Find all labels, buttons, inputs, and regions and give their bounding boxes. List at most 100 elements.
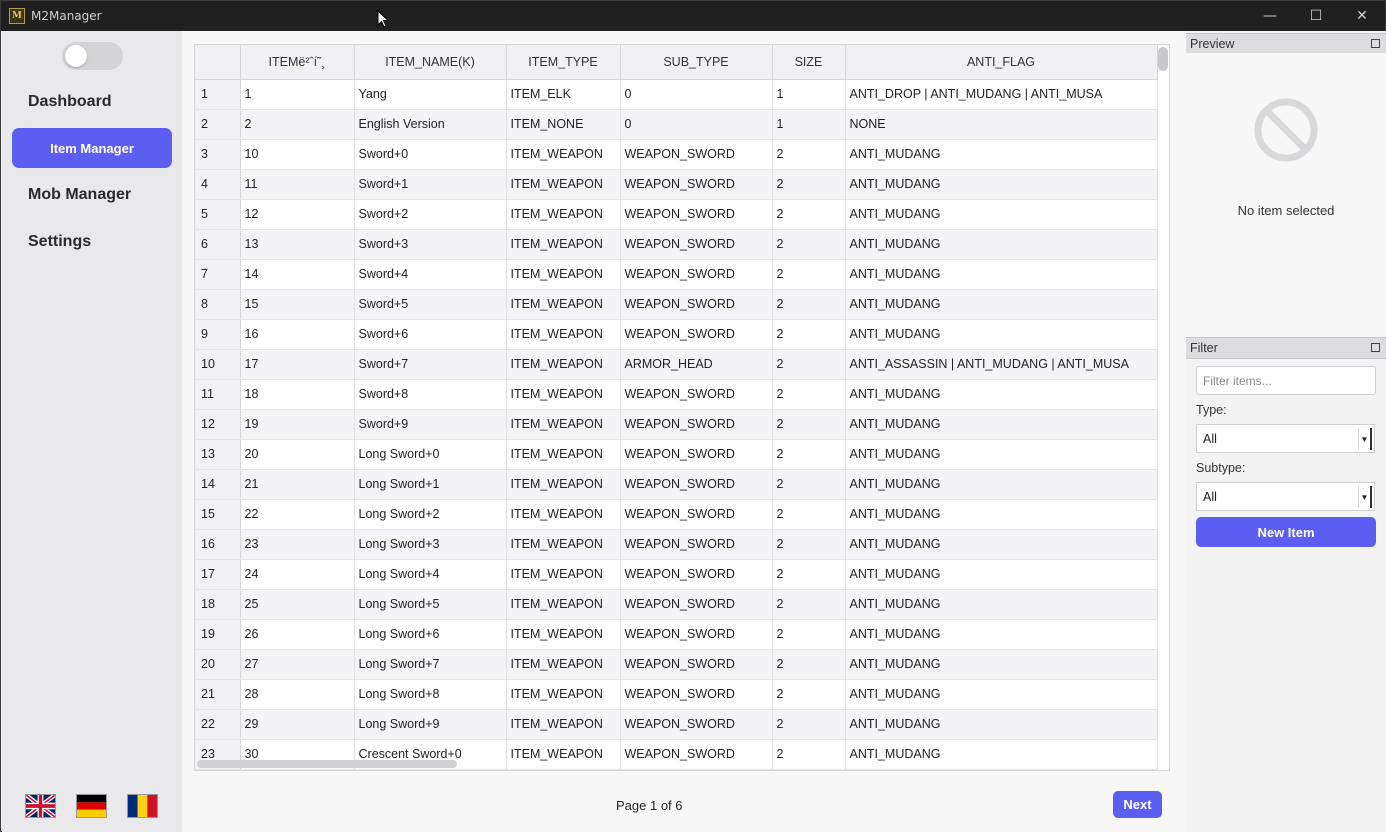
row-number-cell[interactable]: 22 [195, 709, 241, 740]
table-cell[interactable]: ITEM_ELK [506, 79, 621, 110]
table-cell[interactable]: 13 [240, 229, 355, 260]
table-row[interactable]: 13 20 Long Sword+0 ITEM_WEAPON WEAPON_SWORD 2… [195, 439, 1158, 470]
row-number-cell[interactable]: 10 [195, 349, 241, 380]
table-cell[interactable]: WEAPON_SWORD [620, 409, 773, 440]
table-cell[interactable]: ANTI_MUDANG [845, 529, 1158, 560]
table-cell[interactable]: ITEM_WEAPON [506, 169, 621, 200]
filter-search-input[interactable] [1196, 366, 1376, 395]
table-row[interactable]: 21 28 Long Sword+8 ITEM_WEAPON WEAPON_SWORD 2… [195, 679, 1158, 710]
column-header-item-id[interactable]: ITEMë²ˆí˜¸ [240, 45, 355, 80]
table-row[interactable]: 14 21 Long Sword+1 ITEM_WEAPON WEAPON_SWORD 2… [195, 469, 1158, 500]
table-cell[interactable]: 12 [240, 199, 355, 230]
row-number-cell[interactable]: 13 [195, 439, 241, 470]
table-row[interactable]: 10 17 Sword+7 ITEM_WEAPON ARMOR_HEAD 2 ANTI_AS… [195, 349, 1158, 380]
table-cell[interactable]: ANTI_MUDANG [845, 679, 1158, 710]
table-cell[interactable]: ANTI_DROP | ANTI_MUDANG | ANTI_MUSA [845, 79, 1158, 110]
table-cell[interactable]: WEAPON_SWORD [620, 589, 773, 620]
table-cell[interactable]: Long Sword+9 [354, 709, 507, 740]
table-cell[interactable]: 1 [772, 109, 846, 140]
table-cell[interactable]: 2 [772, 559, 846, 590]
row-number-cell[interactable]: 12 [195, 409, 241, 440]
table-cell[interactable]: 2 [772, 199, 846, 230]
table-cell[interactable]: ITEM_WEAPON [506, 259, 621, 290]
table-cell[interactable]: ANTI_MUDANG [845, 439, 1158, 470]
maximize-button[interactable]: ☐ [1293, 1, 1339, 31]
row-number-cell[interactable]: 11 [195, 379, 241, 410]
table-cell[interactable]: ANTI_MUDANG [845, 559, 1158, 590]
table-cell[interactable]: ITEM_NONE [506, 109, 621, 140]
table-cell[interactable]: 29 [240, 709, 355, 740]
undock-icon[interactable] [1371, 343, 1380, 352]
type-select[interactable]: All ▼ [1196, 424, 1375, 453]
table-cell[interactable]: Sword+2 [354, 199, 507, 230]
table-row[interactable]: 5 12 Sword+2 ITEM_WEAPON WEAPON_SWORD 2 ANTI_M… [195, 199, 1158, 230]
nav-item-manager[interactable]: Item Manager [12, 128, 172, 168]
table-cell[interactable]: 2 [772, 259, 846, 290]
table-cell[interactable]: 26 [240, 619, 355, 650]
table-cell[interactable]: WEAPON_SWORD [620, 259, 773, 290]
table-cell[interactable]: 0 [620, 109, 773, 140]
table-cell[interactable]: ANTI_MUDANG [845, 139, 1158, 170]
table-cell[interactable]: 14 [240, 259, 355, 290]
table-cell[interactable]: 2 [772, 499, 846, 530]
vertical-scrollbar[interactable] [1158, 47, 1168, 71]
table-cell[interactable]: ITEM_WEAPON [506, 439, 621, 470]
table-cell[interactable]: ANTI_MUDANG [845, 619, 1158, 650]
table-cell[interactable]: ITEM_WEAPON [506, 529, 621, 560]
table-cell[interactable]: 2 [240, 109, 355, 140]
table-row[interactable]: 12 19 Sword+9 ITEM_WEAPON WEAPON_SWORD 2 ANTI_… [195, 409, 1158, 440]
row-number-cell[interactable]: 4 [195, 169, 241, 200]
table-cell[interactable]: WEAPON_SWORD [620, 529, 773, 560]
table-cell[interactable]: ANTI_MUDANG [845, 259, 1158, 290]
table-cell[interactable]: 2 [772, 319, 846, 350]
table-row[interactable]: 2 2 English Version ITEM_NONE 0 1 NONE [195, 109, 1158, 140]
table-cell[interactable]: Long Sword+8 [354, 679, 507, 710]
table-cell[interactable]: 21 [240, 469, 355, 500]
table-cell[interactable]: Sword+6 [354, 319, 507, 350]
table-cell[interactable]: ITEM_WEAPON [506, 709, 621, 740]
table-cell[interactable]: ITEM_WEAPON [506, 379, 621, 410]
table-cell[interactable]: ANTI_MUDANG [845, 499, 1158, 530]
table-cell[interactable]: 1 [240, 79, 355, 110]
table-cell[interactable]: 2 [772, 709, 846, 740]
table-cell[interactable]: 10 [240, 139, 355, 170]
table-row[interactable]: 3 10 Sword+0 ITEM_WEAPON WEAPON_SWORD 2 ANTI_M… [195, 139, 1158, 170]
table-cell[interactable]: Long Sword+3 [354, 529, 507, 560]
table-cell[interactable]: WEAPON_SWORD [620, 619, 773, 650]
table-cell[interactable]: Yang [354, 79, 507, 110]
table-cell[interactable]: WEAPON_SWORD [620, 289, 773, 320]
row-number-cell[interactable]: 8 [195, 289, 241, 320]
table-row[interactable]: 18 25 Long Sword+5 ITEM_WEAPON WEAPON_SWORD 2… [195, 589, 1158, 620]
new-item-button[interactable]: New Item [1196, 517, 1376, 547]
preview-panel-header[interactable]: Preview [1186, 33, 1386, 55]
table-cell[interactable]: Sword+4 [354, 259, 507, 290]
table-row[interactable]: 22 29 Long Sword+9 ITEM_WEAPON WEAPON_SWORD 2… [195, 709, 1158, 740]
table-cell[interactable]: Sword+8 [354, 379, 507, 410]
table-cell[interactable]: 11 [240, 169, 355, 200]
table-cell[interactable]: 27 [240, 649, 355, 680]
germany-flag-icon[interactable] [76, 794, 107, 818]
table-cell[interactable]: Sword+9 [354, 409, 507, 440]
table-cell[interactable]: WEAPON_SWORD [620, 709, 773, 740]
table-cell[interactable]: 2 [772, 619, 846, 650]
table-cell[interactable]: ITEM_WEAPON [506, 679, 621, 710]
horizontal-scrollbar[interactable] [197, 760, 457, 768]
column-header[interactable] [195, 45, 241, 80]
table-row[interactable]: 15 22 Long Sword+2 ITEM_WEAPON WEAPON_SWORD 2… [195, 499, 1158, 530]
table-cell[interactable]: ITEM_WEAPON [506, 319, 621, 350]
table-cell[interactable]: 0 [620, 79, 773, 110]
table-cell[interactable]: WEAPON_SWORD [620, 559, 773, 590]
table-cell[interactable]: WEAPON_SWORD [620, 649, 773, 680]
table-cell[interactable]: Sword+5 [354, 289, 507, 320]
column-header-anti-flag[interactable]: ANTI_FLAG [845, 45, 1158, 80]
table-cell[interactable]: 2 [772, 349, 846, 380]
undock-icon[interactable] [1371, 39, 1380, 48]
row-number-cell[interactable]: 3 [195, 139, 241, 170]
table-cell[interactable]: 23 [240, 529, 355, 560]
table-cell[interactable]: 2 [772, 469, 846, 500]
table-row[interactable]: 16 23 Long Sword+3 ITEM_WEAPON WEAPON_SWORD 2… [195, 529, 1158, 560]
table-cell[interactable]: Sword+3 [354, 229, 507, 260]
table-cell[interactable]: ITEM_WEAPON [506, 409, 621, 440]
table-cell[interactable]: ANTI_MUDANG [845, 739, 1158, 770]
table-cell[interactable]: ITEM_WEAPON [506, 589, 621, 620]
